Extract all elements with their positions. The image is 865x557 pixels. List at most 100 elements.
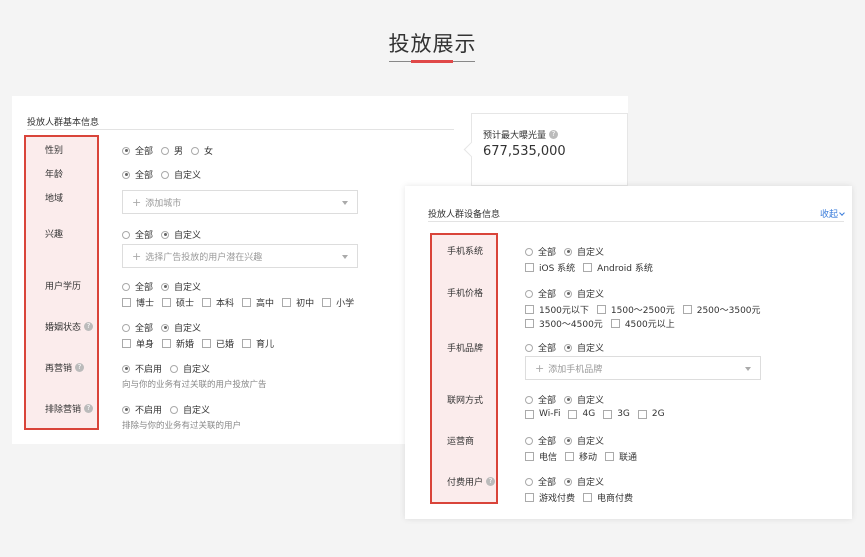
network-wifi-checkbox[interactable]: Wi-Fi bbox=[525, 409, 560, 419]
marital-parenting-checkbox[interactable]: 育儿 bbox=[242, 337, 274, 350]
price-2500-3500-checkbox[interactable]: 2500～3500元 bbox=[682, 303, 761, 316]
carrier-label: 运营商 bbox=[447, 437, 475, 447]
marital-married-checkbox[interactable]: 已婚 bbox=[202, 337, 234, 350]
education-master-checkbox[interactable]: 硕士 bbox=[162, 296, 194, 309]
price-all-radio[interactable]: 全部 bbox=[525, 287, 556, 300]
basic-info-divider bbox=[27, 129, 454, 130]
chevron-down-icon bbox=[342, 255, 348, 259]
remarketing-off-radio[interactable]: 不启用 bbox=[122, 362, 162, 375]
brand-label: 手机品牌 bbox=[447, 344, 484, 354]
device-info-divider bbox=[428, 221, 844, 222]
region-select[interactable]: + 添加城市 bbox=[122, 190, 358, 214]
brand-custom-radio[interactable]: 自定义 bbox=[564, 341, 604, 354]
gender-all-radio[interactable]: 全部 bbox=[122, 144, 153, 157]
reach-label: 预计最大曝光量? bbox=[483, 128, 559, 141]
gender-label: 性别 bbox=[45, 146, 64, 156]
add-icon: + bbox=[132, 249, 142, 263]
exclude-options: 不启用 自定义 bbox=[122, 403, 218, 416]
label-highlight-frame bbox=[430, 233, 498, 504]
chevron-down-icon bbox=[745, 367, 751, 371]
paying-label: 付费用户? bbox=[447, 475, 496, 488]
education-label: 用户学历 bbox=[45, 282, 82, 292]
network-2g-checkbox[interactable]: 2G bbox=[637, 409, 665, 419]
os-custom-radio[interactable]: 自定义 bbox=[564, 245, 604, 258]
education-custom-radio[interactable]: 自定义 bbox=[161, 280, 201, 293]
exclude-custom-radio[interactable]: 自定义 bbox=[170, 403, 210, 416]
carrier-telecom-checkbox[interactable]: 电信 bbox=[525, 450, 557, 463]
education-options: 全部 自定义 bbox=[122, 280, 209, 293]
network-all-radio[interactable]: 全部 bbox=[525, 393, 556, 406]
paying-game-checkbox[interactable]: 游戏付费 bbox=[525, 491, 575, 504]
paying-all-radio[interactable]: 全部 bbox=[525, 475, 556, 488]
marital-custom-radio[interactable]: 自定义 bbox=[161, 321, 201, 334]
help-icon[interactable]: ? bbox=[486, 477, 496, 486]
basic-info-title: 投放人群基本信息 bbox=[27, 118, 100, 128]
age-label: 年龄 bbox=[45, 170, 64, 180]
network-custom-radio[interactable]: 自定义 bbox=[564, 393, 604, 406]
education-checks: 博士 硕士 本科 高中 初中 小学 bbox=[122, 296, 362, 309]
interest-custom-radio[interactable]: 自定义 bbox=[161, 228, 201, 241]
region-label: 地域 bbox=[45, 194, 64, 204]
os-label: 手机系统 bbox=[447, 247, 484, 257]
add-icon: + bbox=[132, 195, 142, 209]
os-ios-checkbox[interactable]: iOS 系统 bbox=[525, 261, 575, 274]
help-icon[interactable]: ? bbox=[84, 322, 94, 331]
age-all-radio[interactable]: 全部 bbox=[122, 168, 153, 181]
paying-custom-radio[interactable]: 自定义 bbox=[564, 475, 604, 488]
education-phd-checkbox[interactable]: 博士 bbox=[122, 296, 154, 309]
interest-select[interactable]: + 选择广告投放的用户潜在兴趣 bbox=[122, 244, 358, 268]
age-options: 全部 自定义 bbox=[122, 168, 209, 181]
network-3g-checkbox[interactable]: 3G bbox=[603, 409, 630, 419]
os-all-radio[interactable]: 全部 bbox=[525, 245, 556, 258]
marital-checks: 单身 新婚 已婚 育儿 bbox=[122, 337, 282, 350]
paying-checks: 游戏付费 电商付费 bbox=[525, 491, 641, 504]
os-options: 全部 自定义 bbox=[525, 245, 612, 258]
help-icon[interactable]: ? bbox=[549, 130, 559, 139]
remarketing-custom-radio[interactable]: 自定义 bbox=[170, 362, 210, 375]
price-1500-2500-checkbox[interactable]: 1500～2500元 bbox=[596, 303, 675, 316]
help-icon[interactable]: ? bbox=[84, 404, 94, 413]
remarketing-hint: 向与你的业务有过关联的用户投放广告 bbox=[122, 380, 267, 390]
age-custom-radio[interactable]: 自定义 bbox=[161, 168, 201, 181]
carrier-mobile-checkbox[interactable]: 移动 bbox=[565, 450, 597, 463]
price-under1500-checkbox[interactable]: 1500元以下 bbox=[525, 303, 589, 316]
education-bachelor-checkbox[interactable]: 本科 bbox=[202, 296, 234, 309]
interest-label: 兴趣 bbox=[45, 230, 64, 240]
marital-all-radio[interactable]: 全部 bbox=[122, 321, 153, 334]
interest-all-radio[interactable]: 全部 bbox=[122, 228, 153, 241]
carrier-options: 全部 自定义 bbox=[525, 434, 612, 447]
collapse-link[interactable]: 收起 bbox=[820, 207, 845, 220]
reach-value: 677,535,000 bbox=[483, 144, 566, 159]
paying-options: 全部 自定义 bbox=[525, 475, 612, 488]
education-highschool-checkbox[interactable]: 高中 bbox=[242, 296, 274, 309]
network-options: 全部 自定义 bbox=[525, 393, 612, 406]
add-icon: + bbox=[535, 361, 545, 375]
marital-single-checkbox[interactable]: 单身 bbox=[122, 337, 154, 350]
paying-ecommerce-checkbox[interactable]: 电商付费 bbox=[583, 491, 633, 504]
price-over4500-checkbox[interactable]: 4500元以上 bbox=[610, 317, 675, 330]
education-primary-checkbox[interactable]: 小学 bbox=[322, 296, 354, 309]
carrier-all-radio[interactable]: 全部 bbox=[525, 434, 556, 447]
marital-options: 全部 自定义 bbox=[122, 321, 209, 334]
education-middleschool-checkbox[interactable]: 初中 bbox=[282, 296, 314, 309]
gender-male-radio[interactable]: 男 bbox=[161, 144, 183, 157]
help-icon[interactable]: ? bbox=[75, 363, 85, 372]
exclude-label: 排除营销? bbox=[45, 402, 94, 415]
carrier-checks: 电信 移动 联通 bbox=[525, 450, 645, 463]
price-3500-4500-checkbox[interactable]: 3500～4500元 bbox=[525, 317, 603, 330]
gender-female-radio[interactable]: 女 bbox=[191, 144, 213, 157]
marital-newlywed-checkbox[interactable]: 新婚 bbox=[162, 337, 194, 350]
gender-options: 全部 男 女 bbox=[122, 144, 221, 157]
carrier-custom-radio[interactable]: 自定义 bbox=[564, 434, 604, 447]
chevron-down-icon bbox=[839, 209, 845, 216]
os-android-checkbox[interactable]: Android 系统 bbox=[583, 261, 653, 274]
brand-all-radio[interactable]: 全部 bbox=[525, 341, 556, 354]
brand-options: 全部 自定义 bbox=[525, 341, 612, 354]
network-4g-checkbox[interactable]: 4G bbox=[568, 409, 595, 419]
device-info-title: 投放人群设备信息 bbox=[428, 210, 501, 220]
exclude-off-radio[interactable]: 不启用 bbox=[122, 403, 162, 416]
price-custom-radio[interactable]: 自定义 bbox=[564, 287, 604, 300]
brand-select[interactable]: + 添加手机品牌 bbox=[525, 356, 761, 380]
education-all-radio[interactable]: 全部 bbox=[122, 280, 153, 293]
carrier-unicom-checkbox[interactable]: 联通 bbox=[605, 450, 637, 463]
